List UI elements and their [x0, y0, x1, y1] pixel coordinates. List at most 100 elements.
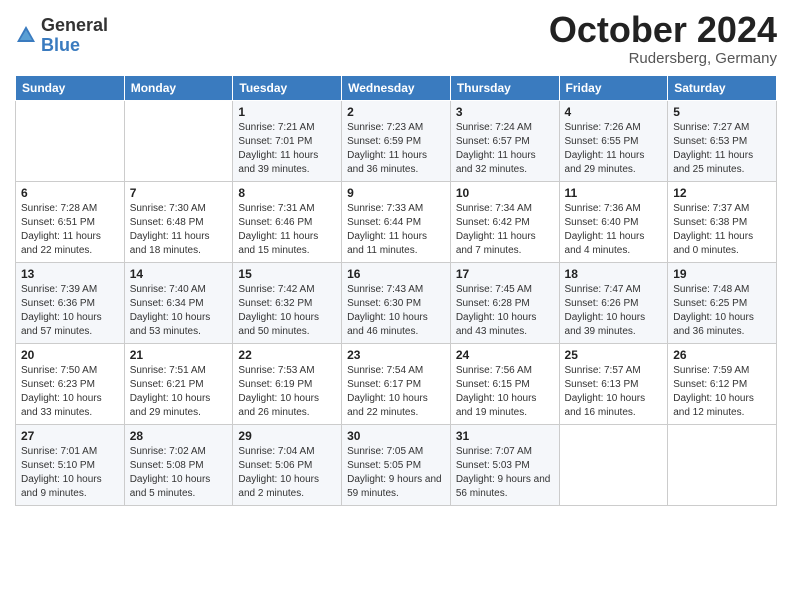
logo-text: General Blue	[41, 16, 108, 56]
day-info: Sunrise: 7:27 AMSunset: 6:53 PMDaylight:…	[673, 121, 771, 177]
table-cell	[668, 424, 777, 505]
logo: General Blue	[15, 16, 108, 56]
calendar-week-2: 6 Sunrise: 7:28 AMSunset: 6:51 PMDayligh…	[16, 181, 777, 262]
day-number: 11	[565, 186, 663, 200]
day-number: 27	[21, 429, 119, 443]
day-number: 28	[130, 429, 228, 443]
table-cell: 10 Sunrise: 7:34 AMSunset: 6:42 PMDaylig…	[450, 181, 559, 262]
day-info: Sunrise: 7:30 AMSunset: 6:48 PMDaylight:…	[130, 202, 228, 258]
day-info: Sunrise: 7:05 AMSunset: 5:05 PMDaylight:…	[347, 445, 445, 501]
table-cell: 27 Sunrise: 7:01 AMSunset: 5:10 PMDaylig…	[16, 424, 125, 505]
day-info: Sunrise: 7:40 AMSunset: 6:34 PMDaylight:…	[130, 283, 228, 339]
logo-icon	[15, 24, 37, 46]
page: General Blue October 2024 Rudersberg, Ge…	[0, 0, 792, 612]
table-cell: 25 Sunrise: 7:57 AMSunset: 6:13 PMDaylig…	[559, 343, 668, 424]
col-monday: Monday	[124, 75, 233, 100]
day-info: Sunrise: 7:21 AMSunset: 7:01 PMDaylight:…	[238, 121, 336, 177]
table-cell: 18 Sunrise: 7:47 AMSunset: 6:26 PMDaylig…	[559, 262, 668, 343]
table-cell: 23 Sunrise: 7:54 AMSunset: 6:17 PMDaylig…	[342, 343, 451, 424]
day-number: 5	[673, 105, 771, 119]
table-cell: 19 Sunrise: 7:48 AMSunset: 6:25 PMDaylig…	[668, 262, 777, 343]
day-info: Sunrise: 7:43 AMSunset: 6:30 PMDaylight:…	[347, 283, 445, 339]
table-cell: 8 Sunrise: 7:31 AMSunset: 6:46 PMDayligh…	[233, 181, 342, 262]
day-number: 15	[238, 267, 336, 281]
day-number: 25	[565, 348, 663, 362]
day-number: 12	[673, 186, 771, 200]
table-cell: 14 Sunrise: 7:40 AMSunset: 6:34 PMDaylig…	[124, 262, 233, 343]
table-cell: 4 Sunrise: 7:26 AMSunset: 6:55 PMDayligh…	[559, 100, 668, 181]
title-block: October 2024 Rudersberg, Germany	[549, 10, 777, 67]
day-info: Sunrise: 7:28 AMSunset: 6:51 PMDaylight:…	[21, 202, 119, 258]
col-thursday: Thursday	[450, 75, 559, 100]
day-info: Sunrise: 7:33 AMSunset: 6:44 PMDaylight:…	[347, 202, 445, 258]
day-info: Sunrise: 7:39 AMSunset: 6:36 PMDaylight:…	[21, 283, 119, 339]
table-cell: 7 Sunrise: 7:30 AMSunset: 6:48 PMDayligh…	[124, 181, 233, 262]
day-info: Sunrise: 7:47 AMSunset: 6:26 PMDaylight:…	[565, 283, 663, 339]
table-cell: 13 Sunrise: 7:39 AMSunset: 6:36 PMDaylig…	[16, 262, 125, 343]
day-number: 19	[673, 267, 771, 281]
calendar-week-3: 13 Sunrise: 7:39 AMSunset: 6:36 PMDaylig…	[16, 262, 777, 343]
day-number: 7	[130, 186, 228, 200]
table-cell: 22 Sunrise: 7:53 AMSunset: 6:19 PMDaylig…	[233, 343, 342, 424]
day-number: 20	[21, 348, 119, 362]
col-wednesday: Wednesday	[342, 75, 451, 100]
day-number: 10	[456, 186, 554, 200]
table-cell: 1 Sunrise: 7:21 AMSunset: 7:01 PMDayligh…	[233, 100, 342, 181]
day-info: Sunrise: 7:37 AMSunset: 6:38 PMDaylight:…	[673, 202, 771, 258]
table-cell: 21 Sunrise: 7:51 AMSunset: 6:21 PMDaylig…	[124, 343, 233, 424]
day-info: Sunrise: 7:59 AMSunset: 6:12 PMDaylight:…	[673, 364, 771, 420]
day-number: 21	[130, 348, 228, 362]
day-number: 3	[456, 105, 554, 119]
day-number: 9	[347, 186, 445, 200]
day-number: 18	[565, 267, 663, 281]
day-info: Sunrise: 7:01 AMSunset: 5:10 PMDaylight:…	[21, 445, 119, 501]
logo-general: General	[41, 16, 108, 36]
table-cell: 28 Sunrise: 7:02 AMSunset: 5:08 PMDaylig…	[124, 424, 233, 505]
day-info: Sunrise: 7:53 AMSunset: 6:19 PMDaylight:…	[238, 364, 336, 420]
table-cell: 17 Sunrise: 7:45 AMSunset: 6:28 PMDaylig…	[450, 262, 559, 343]
day-number: 13	[21, 267, 119, 281]
day-number: 31	[456, 429, 554, 443]
day-number: 30	[347, 429, 445, 443]
table-cell: 29 Sunrise: 7:04 AMSunset: 5:06 PMDaylig…	[233, 424, 342, 505]
day-info: Sunrise: 7:31 AMSunset: 6:46 PMDaylight:…	[238, 202, 336, 258]
day-number: 26	[673, 348, 771, 362]
calendar-table: Sunday Monday Tuesday Wednesday Thursday…	[15, 75, 777, 506]
table-cell	[16, 100, 125, 181]
day-number: 14	[130, 267, 228, 281]
calendar-week-1: 1 Sunrise: 7:21 AMSunset: 7:01 PMDayligh…	[16, 100, 777, 181]
table-cell: 16 Sunrise: 7:43 AMSunset: 6:30 PMDaylig…	[342, 262, 451, 343]
col-saturday: Saturday	[668, 75, 777, 100]
table-cell: 24 Sunrise: 7:56 AMSunset: 6:15 PMDaylig…	[450, 343, 559, 424]
table-cell: 6 Sunrise: 7:28 AMSunset: 6:51 PMDayligh…	[16, 181, 125, 262]
day-number: 2	[347, 105, 445, 119]
day-info: Sunrise: 7:26 AMSunset: 6:55 PMDaylight:…	[565, 121, 663, 177]
day-info: Sunrise: 7:56 AMSunset: 6:15 PMDaylight:…	[456, 364, 554, 420]
table-cell: 30 Sunrise: 7:05 AMSunset: 5:05 PMDaylig…	[342, 424, 451, 505]
day-info: Sunrise: 7:34 AMSunset: 6:42 PMDaylight:…	[456, 202, 554, 258]
table-cell	[124, 100, 233, 181]
day-info: Sunrise: 7:02 AMSunset: 5:08 PMDaylight:…	[130, 445, 228, 501]
day-number: 16	[347, 267, 445, 281]
day-info: Sunrise: 7:51 AMSunset: 6:21 PMDaylight:…	[130, 364, 228, 420]
table-cell: 2 Sunrise: 7:23 AMSunset: 6:59 PMDayligh…	[342, 100, 451, 181]
table-cell	[559, 424, 668, 505]
day-info: Sunrise: 7:45 AMSunset: 6:28 PMDaylight:…	[456, 283, 554, 339]
day-number: 1	[238, 105, 336, 119]
day-info: Sunrise: 7:04 AMSunset: 5:06 PMDaylight:…	[238, 445, 336, 501]
calendar-week-5: 27 Sunrise: 7:01 AMSunset: 5:10 PMDaylig…	[16, 424, 777, 505]
month-title: October 2024	[549, 10, 777, 50]
day-number: 24	[456, 348, 554, 362]
col-sunday: Sunday	[16, 75, 125, 100]
table-cell: 5 Sunrise: 7:27 AMSunset: 6:53 PMDayligh…	[668, 100, 777, 181]
day-number: 17	[456, 267, 554, 281]
day-number: 23	[347, 348, 445, 362]
day-info: Sunrise: 7:57 AMSunset: 6:13 PMDaylight:…	[565, 364, 663, 420]
table-cell: 3 Sunrise: 7:24 AMSunset: 6:57 PMDayligh…	[450, 100, 559, 181]
table-cell: 9 Sunrise: 7:33 AMSunset: 6:44 PMDayligh…	[342, 181, 451, 262]
day-info: Sunrise: 7:50 AMSunset: 6:23 PMDaylight:…	[21, 364, 119, 420]
day-info: Sunrise: 7:23 AMSunset: 6:59 PMDaylight:…	[347, 121, 445, 177]
day-info: Sunrise: 7:24 AMSunset: 6:57 PMDaylight:…	[456, 121, 554, 177]
table-cell: 20 Sunrise: 7:50 AMSunset: 6:23 PMDaylig…	[16, 343, 125, 424]
day-info: Sunrise: 7:36 AMSunset: 6:40 PMDaylight:…	[565, 202, 663, 258]
